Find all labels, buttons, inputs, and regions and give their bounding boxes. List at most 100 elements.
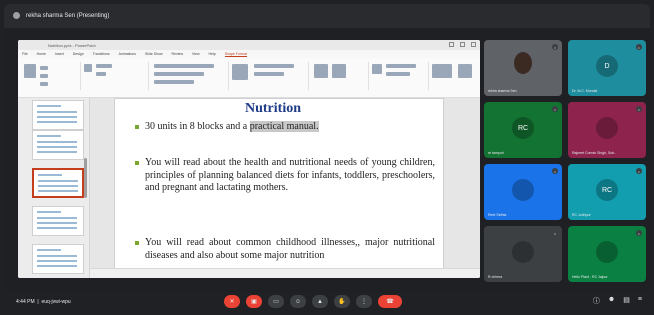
call-controls: ✕ ▣ ▭ ☺ ▲ ✋ ⋮ ☎: [224, 295, 402, 308]
ribbon-tool-icon[interactable]: [254, 72, 284, 76]
present-button[interactable]: ▲: [312, 295, 328, 308]
thumbnail-text-line: [37, 255, 77, 257]
ribbon-group-divider: [228, 62, 229, 90]
thumbnail-text-line: [37, 222, 77, 224]
ppt-menu-item[interactable]: Review: [172, 52, 183, 56]
camera-off-icon: ▣: [251, 299, 257, 305]
ribbon-tool-icon[interactable]: [458, 64, 472, 78]
raise-hand-button[interactable]: ✋: [334, 295, 350, 308]
ppt-menu-item[interactable]: Home: [37, 52, 46, 56]
presenter-icon: [13, 12, 20, 19]
ribbon-tool-icon[interactable]: [40, 74, 48, 78]
ppt-titlebar: Nutrition.pptx - PowerPoint: [18, 40, 480, 50]
ppt-menu-item[interactable]: Transitions: [93, 52, 110, 56]
bullet-marker: [135, 125, 139, 129]
activities-icon[interactable]: ≡: [638, 296, 642, 306]
ribbon-tool-icon[interactable]: [332, 64, 346, 78]
muted-mic-icon: •: [636, 230, 642, 236]
hand-icon: ✋: [338, 299, 346, 305]
muted-mic-icon: •: [552, 230, 558, 236]
ribbon-tool-icon[interactable]: [84, 64, 92, 72]
captions-button[interactable]: ▭: [268, 295, 284, 308]
participant-avatar: RC: [512, 117, 534, 139]
participant-name: rekha sharma Sen: [488, 89, 517, 93]
participant-tile[interactable]: • rekha sharma Sen: [484, 40, 562, 96]
minimize-icon[interactable]: [449, 42, 454, 47]
participant-avatar: [512, 179, 534, 201]
ribbon-tool-icon[interactable]: [372, 64, 382, 74]
slide-thumbnail[interactable]: [32, 100, 84, 130]
ribbon-group-divider: [80, 62, 81, 90]
ppt-menu-item[interactable]: Design: [73, 52, 84, 56]
thumbnail-text-line: [38, 185, 78, 187]
people-icon[interactable]: ☻: [608, 296, 615, 306]
slide-thumbnails: [18, 98, 90, 278]
thumbnail-scrollbar[interactable]: [84, 158, 87, 198]
bullet-3-text: You will read about common childhood ill…: [145, 237, 435, 261]
ribbon-tool-icon[interactable]: [96, 72, 106, 76]
ppt-menu-item[interactable]: Help: [209, 52, 216, 56]
ppt-menu-item[interactable]: Animations: [119, 52, 136, 56]
ribbon-group-divider: [308, 62, 309, 90]
captions-icon: ▭: [273, 299, 279, 305]
bullet-1: 30 units in 8 blocks and a practical man…: [135, 121, 435, 134]
ribbon-tool-icon[interactable]: [96, 64, 112, 68]
ribbon-tool-icon[interactable]: [432, 64, 452, 78]
end-call-icon: ☎: [386, 299, 394, 305]
slide-thumbnail[interactable]: [32, 168, 84, 198]
ribbon-tool-icon[interactable]: [40, 66, 48, 70]
ppt-window-title: Nutrition.pptx - PowerPoint: [48, 42, 96, 48]
ppt-menu-item[interactable]: Shape Format: [224, 52, 247, 57]
more-options-button[interactable]: ⋮: [356, 295, 372, 308]
participant-tile[interactable]: • R chhera: [484, 226, 562, 282]
ribbon-tool-icon[interactable]: [386, 72, 410, 76]
thumbnail-text-line: [37, 249, 61, 251]
participant-tile[interactable]: RC • re tampuri: [484, 102, 562, 158]
emoji-button[interactable]: ☺: [290, 295, 306, 308]
ppt-menu-item[interactable]: File: [22, 52, 28, 56]
participant-tile[interactable]: RC • RC Jodhpur: [568, 164, 646, 220]
emoji-icon: ☺: [294, 298, 302, 305]
muted-mic-icon: •: [552, 106, 558, 112]
bullet-marker: [135, 241, 139, 245]
participant-tile[interactable]: • Rajneet Cormic Singh, Soh..: [568, 102, 646, 158]
info-icon[interactable]: ⓘ: [593, 296, 600, 306]
end-call-button[interactable]: ☎: [378, 295, 402, 308]
participant-name: Reet Sethia: [488, 213, 507, 217]
close-icon[interactable]: [471, 42, 476, 47]
thumbnail-text-line: [38, 190, 78, 192]
meeting-code: euq-jvwi-wpu: [41, 299, 71, 305]
ppt-menu-item[interactable]: Slide Show: [145, 52, 163, 56]
thumbnail-text-line: [37, 217, 77, 219]
maximize-icon[interactable]: [460, 42, 465, 47]
ribbon-tool-icon[interactable]: [154, 72, 204, 76]
slide-thumbnail[interactable]: [32, 130, 84, 160]
ppt-menu-item[interactable]: Insert: [55, 52, 64, 56]
participant-tile[interactable]: • Hello Plant - RC Jaipur: [568, 226, 646, 282]
slide: Nutrition 30 units in 8 blocks and a pra…: [114, 98, 444, 270]
thumbnail-text-line: [38, 180, 78, 182]
ribbon-tool-icon[interactable]: [254, 64, 294, 68]
participant-tile[interactable]: D • Dr. M.C. Mondal: [568, 40, 646, 96]
chat-icon[interactable]: ▤: [623, 296, 630, 306]
camera-button[interactable]: ▣: [246, 295, 262, 308]
thumbnail-text-line: [37, 227, 77, 229]
slide-thumbnail[interactable]: [32, 206, 84, 236]
participant-video: [514, 52, 532, 74]
ribbon-tool-icon[interactable]: [40, 82, 48, 86]
slide-thumbnail[interactable]: [32, 244, 84, 274]
thumbnail-text-line: [37, 105, 61, 107]
participant-avatar: [512, 241, 534, 263]
ribbon-tool-icon[interactable]: [386, 64, 416, 68]
ribbon-tool-icon[interactable]: [232, 64, 248, 80]
ribbon-tool-icon[interactable]: [314, 64, 328, 78]
mic-button[interactable]: ✕: [224, 295, 240, 308]
participant-name: R chhera: [488, 275, 503, 279]
muted-mic-icon: •: [552, 44, 558, 50]
participant-name: RC Jodhpur: [572, 213, 591, 217]
ribbon-tool-icon[interactable]: [154, 64, 214, 68]
ribbon-tool-icon[interactable]: [154, 80, 194, 84]
ppt-menu-item[interactable]: View: [192, 52, 200, 56]
participant-tile[interactable]: • Reet Sethia: [484, 164, 562, 220]
ribbon-tool-icon[interactable]: [24, 64, 36, 78]
